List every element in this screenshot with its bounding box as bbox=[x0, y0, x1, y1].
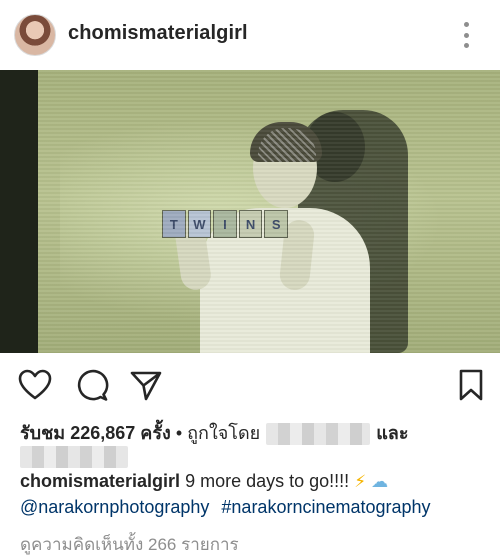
hashtag-link[interactable]: #narakorncinematography bbox=[221, 497, 430, 517]
caption-text: 9 more days to go!!!! bbox=[185, 471, 350, 491]
times-label: ครั้ง bbox=[140, 423, 171, 443]
post-header: chomismaterialgirl bbox=[0, 0, 500, 70]
photo-scanlines bbox=[38, 70, 500, 353]
dot bbox=[463, 43, 469, 48]
separator: • bbox=[175, 423, 183, 443]
post-username[interactable]: chomismaterialgirl bbox=[68, 22, 248, 45]
likes-line: รับชม 226,867 ครั้ง • ถูกใจโดย และ bbox=[20, 418, 409, 447]
blurred-username bbox=[266, 423, 371, 446]
dot bbox=[463, 22, 469, 27]
mention-link[interactable]: @narakornphotography bbox=[20, 497, 209, 517]
user-avatar[interactable] bbox=[14, 14, 56, 56]
caption-tags: @narakornphotography #narakorncinematogra… bbox=[20, 497, 431, 518]
action-bar bbox=[0, 353, 500, 413]
liked-by-label: ถูกใจโดย bbox=[187, 423, 261, 443]
comment-icon[interactable] bbox=[75, 368, 109, 402]
views-label: รับชม bbox=[20, 423, 66, 443]
and-label: และ bbox=[376, 423, 409, 443]
blurred-others bbox=[20, 446, 128, 468]
caption-username[interactable]: chomismaterialgirl bbox=[20, 471, 180, 491]
caption: chomismaterialgirl 9 more days to go!!!!… bbox=[20, 471, 388, 492]
dot bbox=[463, 32, 469, 38]
cloud-icon: ☁ bbox=[371, 472, 389, 492]
photo-left-bar bbox=[0, 70, 38, 353]
heart-icon[interactable] bbox=[18, 368, 52, 402]
view-all-comments-link[interactable]: ดูความคิดเห็นทั้ง 266 รายการ bbox=[20, 531, 239, 558]
post-photo[interactable]: T W I N S bbox=[0, 70, 500, 353]
bookmark-icon[interactable] bbox=[454, 368, 488, 402]
views-count[interactable]: 226,867 bbox=[70, 423, 135, 443]
lightning-icon: ⚡ bbox=[354, 472, 367, 492]
more-options-icon[interactable] bbox=[458, 22, 474, 48]
share-icon[interactable] bbox=[129, 368, 163, 402]
